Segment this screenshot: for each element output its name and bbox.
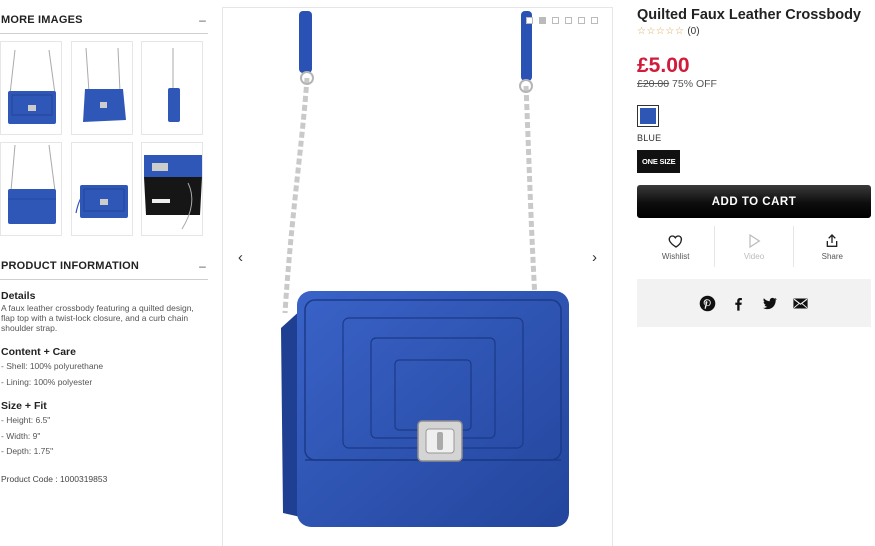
pagination-dot[interactable] xyxy=(552,17,559,24)
heart-icon xyxy=(668,234,682,248)
play-icon xyxy=(749,233,761,248)
care-item: - Shell: 100% polyurethane xyxy=(1,361,104,371)
pagination-dot[interactable] xyxy=(565,17,572,24)
product-actions: Wishlist Video Share xyxy=(637,226,871,267)
share-icon xyxy=(826,233,838,247)
pagination-dot[interactable] xyxy=(578,17,585,24)
wishlist-label: Wishlist xyxy=(661,251,690,261)
video-button[interactable]: Video xyxy=(715,226,794,267)
social-share-bar xyxy=(637,279,871,327)
thumbnail-angle[interactable] xyxy=(71,41,133,135)
size-option-one-size[interactable]: ONE SIZE xyxy=(637,150,681,173)
product-image xyxy=(281,11,569,527)
pinterest-icon[interactable] xyxy=(699,295,716,312)
fit-item: - Height: 6.5" xyxy=(1,415,51,425)
fit-item: - Depth: 1.75" xyxy=(1,446,54,456)
add-to-cart-button[interactable]: ADD TO CART xyxy=(637,185,871,218)
selected-color-name: BLUE xyxy=(637,133,662,143)
more-images-section: MORE IMAGES – xyxy=(0,13,208,34)
prev-image-arrow[interactable]: ‹ xyxy=(238,249,243,266)
left-column: MORE IMAGES – PRODUCT INFORMATION – Deta… xyxy=(0,0,208,546)
care-heading: Content + Care xyxy=(1,346,76,358)
color-swatch-blue[interactable] xyxy=(637,105,659,127)
pagination-dot-active[interactable] xyxy=(539,17,546,24)
thumbnail-open[interactable] xyxy=(141,142,203,236)
original-price: £20.00 xyxy=(637,78,670,90)
share-button[interactable]: Share xyxy=(794,226,871,267)
share-label: Share xyxy=(821,251,843,261)
thumbnail-side[interactable] xyxy=(141,41,203,135)
twitter-icon[interactable] xyxy=(761,295,778,312)
more-images-label: MORE IMAGES xyxy=(1,14,83,26)
original-price-row: £20.00 75% OFF xyxy=(637,78,871,90)
details-text: A faux leather crossbody featuring a qui… xyxy=(1,303,194,333)
swatch-fill xyxy=(640,108,656,124)
main-product-image: ‹ › xyxy=(222,7,613,546)
wishlist-button[interactable]: Wishlist xyxy=(637,226,716,267)
review-count[interactable]: (0) xyxy=(687,26,699,37)
next-image-arrow[interactable]: › xyxy=(592,249,597,266)
image-pagination xyxy=(526,17,598,24)
product-details-panel: Quilted Faux Leather Crossbody ☆☆☆☆☆ (0)… xyxy=(637,7,871,327)
product-info-section: PRODUCT INFORMATION – xyxy=(0,259,208,280)
email-icon[interactable] xyxy=(792,295,809,312)
thumbnail-flat[interactable] xyxy=(71,142,133,236)
thumbnail-front[interactable] xyxy=(0,41,62,135)
sale-price: £5.00 xyxy=(637,54,690,77)
collapse-icon[interactable]: – xyxy=(199,259,206,273)
fit-heading: Size + Fit xyxy=(1,400,47,412)
details-heading: Details xyxy=(1,290,36,302)
rating[interactable]: ☆☆☆☆☆ (0) xyxy=(637,26,871,37)
product-info-body: Details A faux leather crossbody featuri… xyxy=(1,290,208,484)
pagination-dot[interactable] xyxy=(526,17,533,24)
facebook-icon[interactable] xyxy=(730,295,747,312)
discount-badge: 75% OFF xyxy=(672,78,717,90)
more-images-header[interactable]: MORE IMAGES – xyxy=(0,13,208,34)
product-title: Quilted Faux Leather Crossbody xyxy=(637,7,861,23)
care-item: - Lining: 100% polyester xyxy=(1,376,93,387)
video-label: Video xyxy=(743,251,765,261)
product-info-header[interactable]: PRODUCT INFORMATION – xyxy=(0,259,208,280)
product-code: Product Code : 1000319853 xyxy=(1,473,108,484)
fit-item: - Width: 9" xyxy=(1,430,41,441)
product-info-label: PRODUCT INFORMATION xyxy=(1,260,140,272)
thumbnail-back[interactable] xyxy=(0,142,62,236)
thumbnail-grid xyxy=(0,41,208,237)
collapse-icon[interactable]: – xyxy=(199,13,206,27)
pagination-dot[interactable] xyxy=(591,17,598,24)
star-rating-icon: ☆☆☆☆☆ xyxy=(637,26,685,37)
